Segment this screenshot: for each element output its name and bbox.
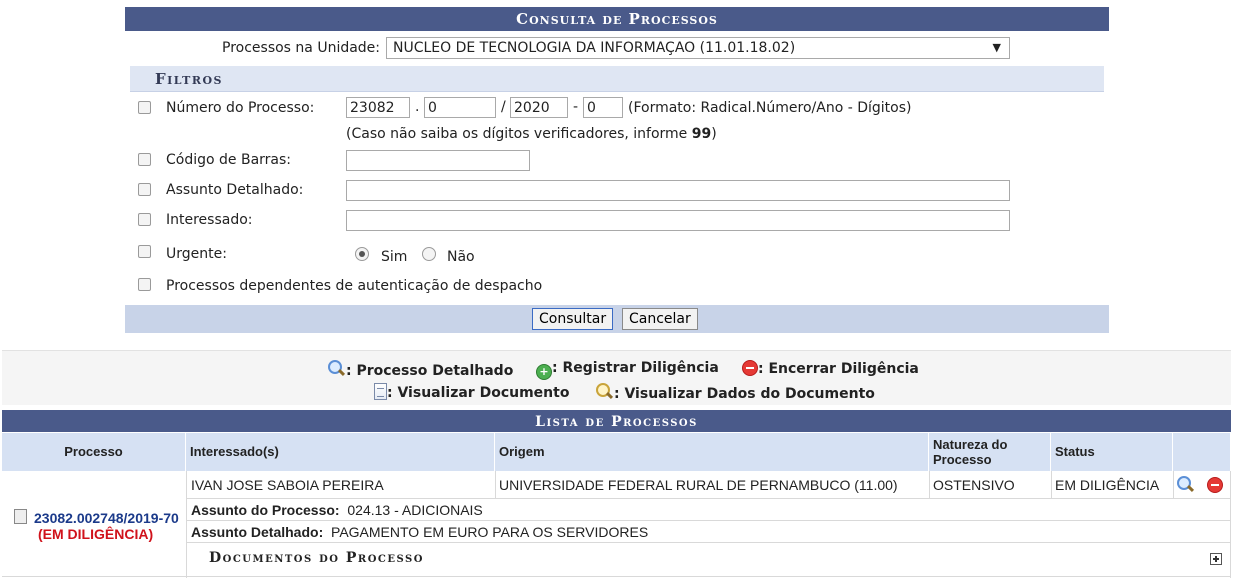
add-green-icon: + bbox=[536, 364, 552, 380]
legend-visualizar-doc: : Visualizar Documento bbox=[374, 383, 569, 401]
legend-registrar: +: Registrar Diligência bbox=[536, 360, 719, 380]
grid-line bbox=[186, 542, 1231, 543]
process-situacao: (EM DILIGÊNCIA) bbox=[38, 526, 154, 542]
consultar-button[interactable]: Consultar bbox=[532, 308, 614, 330]
interessado-cell: IVAN JOSE SABOIA PEREIRA bbox=[191, 477, 384, 493]
documentos-title: Documentos do Processo bbox=[209, 550, 424, 566]
list-title: Lista de Processos bbox=[2, 410, 1231, 432]
format-hint: (Formato: Radical.Número/Ano - Dígitos) bbox=[628, 100, 912, 116]
filters-title: Filtros bbox=[155, 70, 223, 88]
header-interessados: Interessado(s) bbox=[186, 433, 495, 471]
dot-separator: . bbox=[415, 99, 420, 115]
unit-select[interactable]: NUCLEO DE TECNOLOGIA DA INFORMAÇAO (11.0… bbox=[386, 37, 1010, 59]
radical-input[interactable] bbox=[346, 97, 410, 118]
assunto-detalhado-label: Assunto Detalhado: bbox=[166, 182, 304, 198]
magnifier-yellow-icon bbox=[596, 383, 614, 401]
legend-encerrar: : Encerrar Diligência bbox=[742, 360, 919, 377]
urgente-sim-radio[interactable] bbox=[355, 247, 369, 261]
grid-line bbox=[186, 471, 187, 578]
unit-select-value: NUCLEO DE TECNOLOGIA DA INFORMAÇAO (11.0… bbox=[393, 40, 796, 56]
grid-line bbox=[1051, 471, 1052, 498]
expand-plus-icon[interactable] bbox=[1210, 553, 1222, 565]
numero-input[interactable] bbox=[424, 97, 496, 118]
grid-line bbox=[929, 471, 930, 498]
digitos-input[interactable] bbox=[583, 97, 623, 118]
process-document-icon bbox=[14, 509, 27, 524]
header-processo: Processo bbox=[2, 433, 186, 471]
interessado-input[interactable] bbox=[346, 210, 1010, 231]
interessado-label: Interessado: bbox=[166, 212, 253, 228]
detail-magnifier-icon[interactable] bbox=[1177, 476, 1195, 494]
magnifier-icon bbox=[328, 360, 346, 378]
grid-line bbox=[495, 471, 496, 498]
natureza-cell: OSTENSIVO bbox=[933, 477, 1015, 493]
origem-cell: UNIVERSIDADE FEDERAL RURAL DE PERNAMBUCO… bbox=[499, 477, 898, 493]
unit-row: Processos na Unidade: NUCLEO DE TECNOLOG… bbox=[125, 37, 1109, 63]
cancelar-button[interactable]: Cancelar bbox=[622, 308, 698, 330]
urgente-nao-radio[interactable] bbox=[422, 247, 436, 261]
assunto-detalhado: Assunto Detalhado: PAGAMENTO EM EURO PAR… bbox=[191, 524, 649, 540]
ano-input[interactable] bbox=[510, 97, 568, 118]
numero-processo-checkbox[interactable] bbox=[138, 101, 151, 114]
form-title: Consulta de Processos bbox=[125, 7, 1109, 31]
dependentes-label: Processos dependentes de autenticação de… bbox=[166, 278, 543, 294]
header-natureza: Natureza do Processo bbox=[929, 433, 1051, 471]
grid-line bbox=[186, 520, 1231, 521]
encerrar-diligencia-icon[interactable] bbox=[1207, 477, 1223, 493]
numero-processo-label: Número do Processo: bbox=[166, 100, 315, 116]
grid-line bbox=[1230, 471, 1231, 578]
codigo-barras-input[interactable] bbox=[346, 150, 530, 171]
process-number-link[interactable]: 23082.002748/2019-70 bbox=[34, 510, 179, 526]
urgente-checkbox[interactable] bbox=[138, 245, 151, 258]
header-actions bbox=[1173, 433, 1231, 471]
slash-separator: / bbox=[501, 99, 506, 115]
codigo-barras-checkbox[interactable] bbox=[138, 153, 151, 166]
document-icon bbox=[374, 383, 387, 400]
interessado-checkbox[interactable] bbox=[138, 213, 151, 226]
filters-header: Filtros bbox=[130, 66, 1104, 92]
grid-line bbox=[2, 576, 1231, 577]
grid-line bbox=[1173, 471, 1174, 498]
assunto-detalhado-checkbox[interactable] bbox=[138, 183, 151, 196]
legend-visualizar-dados: : Visualizar Dados do Documento bbox=[596, 383, 875, 402]
consulta-form: Consulta de Processos Processos na Unida… bbox=[125, 7, 1109, 333]
codigo-barras-label: Código de Barras: bbox=[166, 152, 292, 168]
grid-line bbox=[186, 498, 1231, 499]
header-origem: Origem bbox=[495, 433, 929, 471]
status-cell: EM DILIGÊNCIA bbox=[1055, 477, 1160, 493]
legend-detalhado: : Processo Detalhado bbox=[328, 360, 513, 379]
legend: : Processo Detalhado +: Registrar Diligê… bbox=[2, 350, 1231, 405]
urgente-label: Urgente: bbox=[166, 246, 227, 262]
header-status: Status bbox=[1051, 433, 1173, 471]
assunto-detalhado-input[interactable] bbox=[346, 180, 1010, 201]
dash-separator: - bbox=[573, 99, 579, 115]
dependentes-checkbox[interactable] bbox=[138, 278, 151, 291]
urgente-nao-label: Não bbox=[447, 249, 475, 265]
dropdown-arrow-icon: ▼ bbox=[992, 41, 1001, 54]
digits-hint: (Caso não saiba os dígitos verificadores… bbox=[346, 126, 717, 142]
urgente-sim-label: Sim bbox=[381, 249, 408, 265]
unit-label: Processos na Unidade: bbox=[222, 40, 381, 56]
assunto-processo: Assunto do Processo: 024.13 - ADICIONAIS bbox=[191, 502, 483, 518]
form-footer: Consultar Cancelar bbox=[125, 305, 1109, 333]
remove-red-icon bbox=[742, 360, 758, 376]
